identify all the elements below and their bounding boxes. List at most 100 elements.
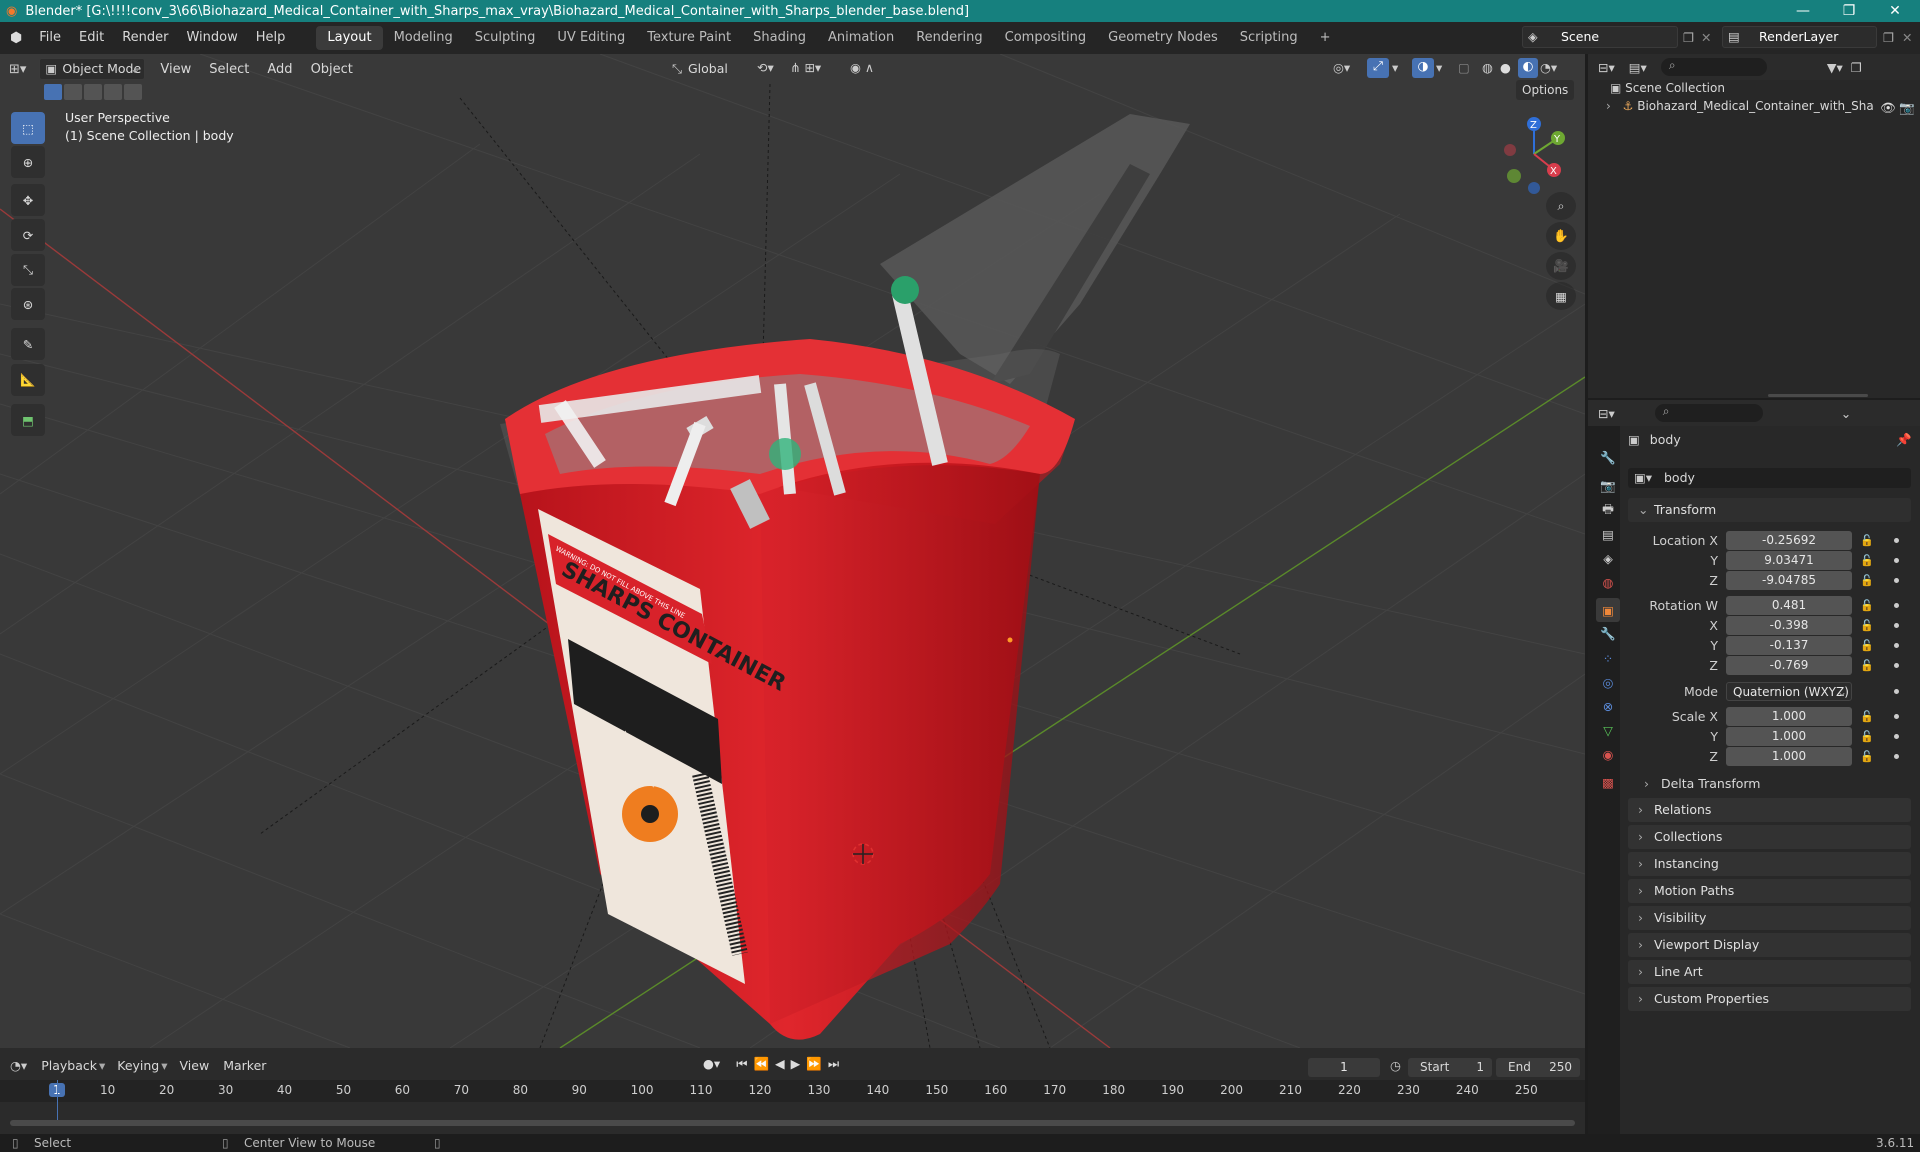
snap-icon[interactable]: ⋔ ⊞▾: [790, 60, 821, 75]
menu-help[interactable]: Help: [247, 22, 295, 54]
next-keyframe-icon[interactable]: ⏩: [806, 1056, 822, 1072]
menu-select[interactable]: Select: [200, 62, 258, 77]
visibility-panel[interactable]: › Visibility: [1628, 906, 1911, 930]
tab-layout[interactable]: Layout: [316, 26, 383, 50]
rotation-y-field[interactable]: -0.137: [1726, 636, 1852, 655]
cursor-tool[interactable]: ⊕: [11, 146, 45, 178]
move-tool[interactable]: ✥: [11, 184, 45, 216]
jump-end-icon[interactable]: ⏭: [828, 1056, 839, 1072]
filter-icon[interactable]: ▼▾: [1827, 60, 1843, 75]
location-z-field[interactable]: -9.04785: [1726, 571, 1852, 590]
timeline-marker[interactable]: Marker: [223, 1058, 266, 1073]
remove-view-layer-icon[interactable]: ✕: [1902, 30, 1912, 45]
menu-view[interactable]: View: [151, 62, 200, 77]
tab-uv-editing[interactable]: UV Editing: [546, 26, 636, 50]
outliner-editor-icon[interactable]: ⊟▾: [1598, 60, 1615, 75]
scene-selector[interactable]: Scene ◈: [1522, 26, 1678, 48]
data-tab-icon[interactable]: ▽: [1596, 718, 1620, 742]
blender-menu-icon[interactable]: ⬢: [10, 30, 22, 46]
mode-dropdown[interactable]: ▣ Object Mode ⌄: [39, 58, 146, 80]
keyframe-dot-icon[interactable]: [1894, 538, 1899, 543]
eye-icon[interactable]: 👁: [1880, 100, 1896, 116]
solid-shading-icon[interactable]: ●: [1500, 60, 1511, 75]
menu-edit[interactable]: Edit: [70, 22, 113, 54]
pan-hand-icon[interactable]: ✋: [1546, 222, 1576, 250]
lock-scale-x-icon[interactable]: 🔓: [1860, 710, 1874, 723]
maximize-icon[interactable]: ❐: [1826, 0, 1872, 22]
add-workspace-icon[interactable]: +: [1309, 26, 1342, 50]
timeline-view[interactable]: View: [180, 1058, 210, 1073]
keyframe-dot-icon[interactable]: [1894, 663, 1899, 668]
properties-options-icon[interactable]: ⌄: [1841, 406, 1851, 421]
render-camera-icon[interactable]: 📷: [1899, 100, 1915, 116]
options-button[interactable]: Options: [1516, 80, 1575, 100]
lock-rotation-w-icon[interactable]: 🔓: [1860, 599, 1874, 612]
delta-transform-subpanel[interactable]: › Delta Transform: [1644, 776, 1760, 791]
clock-icon[interactable]: ◷: [1390, 1058, 1401, 1073]
camera-view-icon[interactable]: 🎥: [1546, 252, 1576, 280]
keyframe-dot-icon[interactable]: [1894, 578, 1899, 583]
rotation-w-field[interactable]: 0.481: [1726, 596, 1852, 615]
overlay-toggle-icon[interactable]: ◑: [1412, 58, 1434, 78]
outliner-search[interactable]: ⌕: [1660, 58, 1767, 76]
outliner-item-row[interactable]: › ⚓ Biohazard_Medical_Container_with_Sha: [1606, 96, 1874, 116]
transform-tool[interactable]: ⊛: [11, 288, 45, 320]
select-extend-icon[interactable]: [64, 84, 82, 100]
frame-ruler[interactable]: 1102030405060708090100110120130140150160…: [0, 1080, 1585, 1102]
scale-z-field[interactable]: 1.000: [1726, 747, 1852, 766]
scene-tab-icon[interactable]: ◈: [1596, 546, 1620, 570]
line-art-panel[interactable]: › Line Art: [1628, 960, 1911, 984]
lock-location-z-icon[interactable]: 🔓: [1860, 574, 1874, 587]
render-tab-icon[interactable]: 📷: [1596, 474, 1620, 498]
view-layer-selector[interactable]: RenderLayer ▤: [1722, 26, 1877, 48]
timeline-playback[interactable]: Playback: [41, 1058, 97, 1073]
location-y-field[interactable]: 9.03471: [1726, 551, 1852, 570]
timeline-editor-icon[interactable]: ◔▾: [10, 1058, 27, 1073]
select-box-tool[interactable]: ⬚: [11, 112, 45, 144]
view-layer-tab-icon[interactable]: ▤: [1596, 522, 1620, 546]
particles-tab-icon[interactable]: ⁘: [1596, 646, 1620, 670]
lock-rotation-z-icon[interactable]: 🔓: [1860, 659, 1874, 672]
gizmo-toggle-icon[interactable]: ⤢: [1367, 58, 1389, 78]
tool-tab-icon[interactable]: 🔧: [1596, 446, 1620, 470]
record-icon[interactable]: ●▾: [703, 1056, 720, 1072]
start-frame-field[interactable]: Start 1: [1408, 1058, 1492, 1077]
overlay-dropdown-icon[interactable]: ▾: [1436, 60, 1442, 75]
physics-tab-icon[interactable]: ◎: [1596, 670, 1620, 694]
rotation-z-field[interactable]: -0.769: [1726, 656, 1852, 675]
add-cube-tool[interactable]: ⬒: [11, 404, 45, 436]
viewport-display-panel[interactable]: › Viewport Display: [1628, 933, 1911, 957]
scale-x-field[interactable]: 1.000: [1726, 707, 1852, 726]
visibility-selector-icon[interactable]: ◎▾: [1333, 60, 1350, 75]
display-mode-icon[interactable]: ▤▾: [1629, 60, 1647, 75]
modifier-tab-icon[interactable]: 🔧: [1596, 622, 1620, 646]
new-collection-icon[interactable]: ❐: [1851, 60, 1862, 75]
motion-paths-panel[interactable]: › Motion Paths: [1628, 879, 1911, 903]
menu-window[interactable]: Window: [177, 22, 246, 54]
object-name-field[interactable]: ▣▾ body: [1628, 468, 1911, 488]
minimize-icon[interactable]: —: [1780, 0, 1826, 22]
navigation-gizmo[interactable]: Z Y X: [1496, 114, 1572, 194]
3d-viewport[interactable]: SHARPS CONTAINER WARNING: DO NOT FILL AB…: [0, 54, 1585, 1048]
keyframe-dot-icon[interactable]: [1894, 689, 1899, 694]
menu-file[interactable]: File: [30, 22, 70, 54]
prev-keyframe-icon[interactable]: ⏪: [753, 1056, 769, 1072]
tab-shading[interactable]: Shading: [742, 26, 817, 50]
gizmo-dropdown-icon[interactable]: ▾: [1392, 60, 1398, 75]
texture-tab-icon[interactable]: ▩: [1596, 770, 1620, 794]
proportional-edit-icon[interactable]: ◉ ∧: [850, 60, 874, 75]
scale-tool[interactable]: ⤡: [11, 254, 45, 286]
new-view-layer-icon[interactable]: ❐: [1883, 30, 1894, 45]
lock-rotation-y-icon[interactable]: 🔓: [1860, 639, 1874, 652]
new-scene-icon[interactable]: ❐: [1683, 30, 1694, 45]
end-frame-field[interactable]: End 250: [1496, 1058, 1580, 1077]
pin-icon[interactable]: 📌: [1896, 432, 1912, 448]
keyframe-dot-icon[interactable]: [1894, 603, 1899, 608]
scene-collection-row[interactable]: ▣ Scene Collection: [1610, 78, 1874, 98]
play-reverse-icon[interactable]: ◀: [775, 1056, 785, 1072]
tab-sculpting[interactable]: Sculpting: [464, 26, 547, 50]
menu-object[interactable]: Object: [302, 62, 362, 77]
lock-location-x-icon[interactable]: 🔓: [1860, 534, 1874, 547]
timeline-keying[interactable]: Keying: [117, 1058, 159, 1073]
keyframe-dot-icon[interactable]: [1894, 754, 1899, 759]
